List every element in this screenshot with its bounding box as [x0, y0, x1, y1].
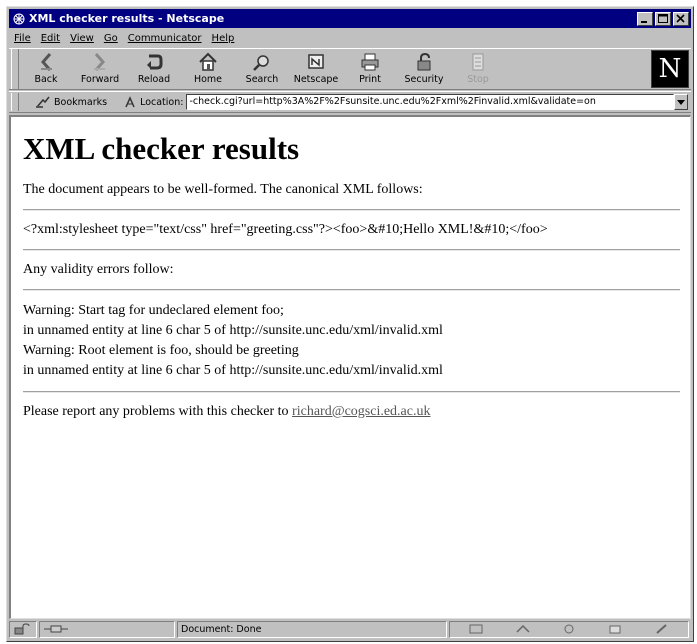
warning-line: Warning: Root element is foo, should be … — [23, 343, 299, 358]
location-grip[interactable] — [11, 93, 19, 111]
netscape-logo[interactable]: N — [651, 50, 689, 88]
navigator-icon[interactable] — [468, 623, 484, 635]
security-label: Security — [404, 74, 444, 85]
print-label: Print — [359, 74, 381, 85]
page-heading: XML checker results — [23, 131, 300, 166]
back-arrow-icon — [41, 53, 52, 71]
bookmarks-label: Bookmarks — [54, 96, 108, 108]
validity-intro: Any validity errors follow: — [23, 262, 174, 277]
home-icon — [199, 52, 217, 71]
status-bar: Document: Done — [9, 619, 691, 639]
unlocked-icon — [14, 623, 30, 635]
reload-icon — [147, 54, 163, 70]
composer-icon[interactable] — [607, 623, 623, 635]
location-input[interactable]: -check.cgi?url=http%3A%2F%2Fsunsite.unc.… — [186, 94, 674, 110]
menu-communicator-label: Communicator — [127, 32, 202, 44]
divider — [23, 391, 680, 393]
canonical-xml-output: <?xml:stylesheet type="text/css" href="g… — [23, 222, 548, 237]
navigation-toolbar: Back Forward Reload Home Search Netscape… — [9, 48, 691, 90]
back-button[interactable]: Back — [19, 49, 73, 89]
menu-file-label: File — [14, 32, 31, 44]
menu-communicator[interactable]: Communicator — [123, 33, 207, 44]
security-button[interactable]: Security — [397, 49, 451, 89]
chevron-down-icon — [677, 99, 685, 105]
warning-line: in unnamed entity at line 6 char 5 of ht… — [23, 323, 443, 338]
location-label: Location: — [123, 95, 183, 109]
well-formed-message: The document appears to be well-formed. … — [23, 182, 423, 197]
netscape-icon — [308, 54, 324, 69]
minimize-icon — [641, 20, 647, 23]
menu-bar: File Edit View Go Communicator Help — [9, 29, 691, 47]
forward-button[interactable]: Forward — [73, 49, 127, 89]
component-bar — [449, 620, 689, 638]
netscape-button[interactable]: Netscape — [289, 49, 343, 89]
maximize-button[interactable] — [655, 11, 671, 26]
menu-view-label: View — [70, 32, 94, 44]
stop-label: Stop — [467, 74, 489, 85]
search-button[interactable]: Search — [235, 49, 289, 89]
bookmark-icon — [36, 96, 50, 108]
reload-button[interactable]: Reload — [127, 49, 181, 89]
location-dropdown-button[interactable] — [674, 94, 688, 110]
warning-line: Warning: Start tag for undeclared elemen… — [23, 303, 284, 318]
connection-icon — [44, 625, 68, 633]
netscape-app-icon — [13, 13, 25, 24]
menu-edit[interactable]: Edit — [36, 33, 65, 44]
printer-icon — [361, 53, 379, 71]
warning-line: in unnamed entity at line 6 char 5 of ht… — [23, 363, 443, 378]
netscape-label: Netscape — [293, 74, 339, 85]
divider — [23, 289, 680, 291]
page-proxy-icon[interactable] — [123, 95, 137, 109]
menu-file[interactable]: File — [9, 33, 36, 44]
menu-help-label: Help — [211, 32, 235, 44]
stop-button[interactable]: Stop — [451, 49, 505, 89]
menu-help[interactable]: Help — [207, 33, 240, 44]
window-title: XML checker results - Netscape — [29, 12, 225, 25]
stop-icon — [472, 53, 484, 71]
close-icon — [676, 13, 685, 23]
bookmarks-button[interactable]: Bookmarks — [35, 95, 107, 109]
home-label: Home — [193, 74, 223, 85]
status-text: Document: Done — [181, 623, 262, 635]
divider — [23, 209, 680, 211]
maximize-icon — [658, 13, 668, 23]
divider — [23, 249, 680, 251]
title-bar[interactable]: XML checker results - Netscape — [9, 9, 691, 28]
back-label: Back — [34, 74, 58, 85]
search-icon — [253, 55, 269, 71]
toolbar-grip[interactable] — [11, 49, 19, 89]
page-content[interactable]: XML checker results The document appears… — [9, 115, 691, 619]
menu-go-label: Go — [103, 32, 118, 44]
forward-arrow-icon — [94, 53, 105, 71]
discussion-icon[interactable] — [561, 623, 577, 635]
report-message: Please report any problems with this che… — [23, 403, 680, 421]
tools-icon[interactable] — [654, 623, 670, 635]
close-button[interactable] — [673, 11, 689, 26]
progress-cell — [39, 620, 175, 638]
minimize-button[interactable] — [637, 11, 653, 26]
menu-go[interactable]: Go — [99, 33, 123, 44]
search-label: Search — [245, 74, 279, 85]
forward-label: Forward — [80, 74, 120, 85]
location-toolbar: Bookmarks Location: -check.cgi?url=http%… — [9, 91, 691, 113]
reload-label: Reload — [137, 74, 171, 85]
print-button[interactable]: Print — [343, 49, 397, 89]
home-button[interactable]: Home — [181, 49, 235, 89]
lock-icon — [417, 52, 431, 71]
location-label-text: Location: — [140, 96, 184, 108]
security-status-cell[interactable] — [9, 620, 37, 638]
status-text-cell: Document: Done — [177, 620, 447, 638]
report-email-link[interactable]: richard@cogsci.ed.ac.uk — [292, 404, 430, 419]
menu-view[interactable]: View — [65, 33, 99, 44]
report-text: Please report any problems with this che… — [23, 404, 293, 419]
browser-window: XML checker results - Netscape File Edit… — [6, 6, 694, 642]
menu-edit-label: Edit — [40, 32, 61, 44]
mail-icon[interactable] — [515, 623, 531, 635]
